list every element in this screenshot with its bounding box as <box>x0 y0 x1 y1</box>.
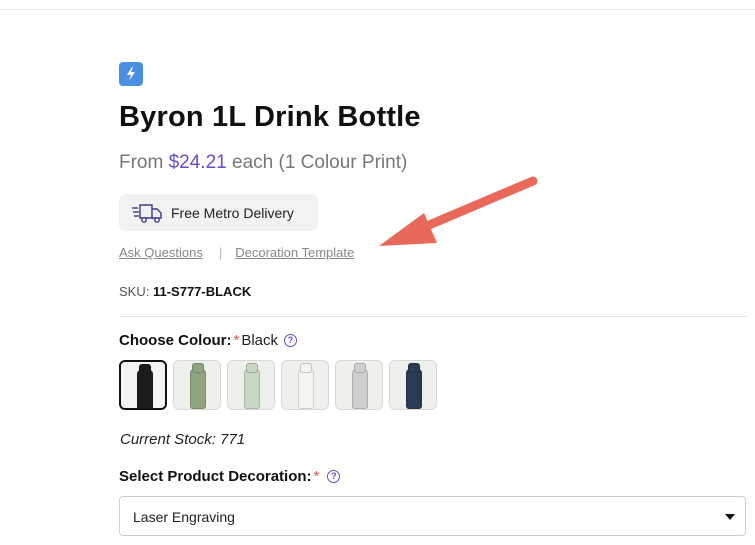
sku-label: SKU: <box>119 284 150 299</box>
price-suffix: each (1 Colour Print) <box>226 152 408 173</box>
bottle-image <box>352 369 368 409</box>
bottle-image <box>298 369 314 409</box>
selected-colour: Black <box>241 332 279 349</box>
bottle-cap <box>300 363 312 373</box>
bottle-cap <box>246 363 258 373</box>
colour-swatch-grey[interactable] <box>335 360 383 410</box>
colour-swatch-mint[interactable] <box>227 360 275 410</box>
required-mark: * <box>313 468 320 485</box>
ask-questions-link[interactable]: Ask Questions <box>119 245 203 260</box>
colour-label-text: Choose Colour: <box>119 332 232 349</box>
sku-line: SKU: 11-S777-BLACK <box>119 284 251 299</box>
price-prefix: From <box>119 152 169 173</box>
product-title: Byron 1L Drink Bottle <box>119 101 421 133</box>
colour-swatch-black[interactable] <box>119 360 167 410</box>
decoration-selected-value: Laser Engraving <box>133 509 235 525</box>
annotation-arrow-icon <box>379 176 538 246</box>
required-mark: * <box>233 332 240 349</box>
help-icon[interactable]: ? <box>284 333 298 347</box>
bottle-cap <box>139 364 151 374</box>
decoration-label-text: Select Product Decoration: <box>119 468 312 485</box>
delivery-badge: Free Metro Delivery <box>119 194 318 231</box>
delivery-truck-icon <box>131 202 163 229</box>
help-icon[interactable]: ? <box>327 469 341 483</box>
bottle-image <box>190 369 206 409</box>
bottle-image <box>244 369 260 409</box>
link-separator: | <box>218 245 223 260</box>
select-decoration-label: Select Product Decoration: *? <box>119 468 341 485</box>
price-line: From $24.21 each (1 Colour Print) <box>119 152 407 174</box>
current-stock: Current Stock: 771 <box>120 431 246 448</box>
section-divider <box>119 316 747 317</box>
colour-swatch-white[interactable] <box>281 360 329 410</box>
product-links: Ask Questions | Decoration Template <box>119 245 354 260</box>
bottle-cap <box>192 363 204 373</box>
chevron-down-icon <box>725 514 735 520</box>
sku-value: 11-S777-BLACK <box>152 284 252 299</box>
top-divider <box>0 9 755 10</box>
colour-swatch-navy[interactable] <box>389 360 437 410</box>
bottle-image <box>406 369 422 409</box>
delivery-label: Free Metro Delivery <box>171 205 294 221</box>
brand-logo-icon <box>119 62 143 86</box>
colour-swatches <box>119 360 437 410</box>
bottle-cap <box>408 363 420 373</box>
decoration-template-link[interactable]: Decoration Template <box>235 245 354 260</box>
decoration-select[interactable]: Laser Engraving <box>119 496 746 536</box>
colour-swatch-sage[interactable] <box>173 360 221 410</box>
bottle-image <box>137 370 153 408</box>
choose-colour-label: Choose Colour: * Black? <box>119 332 298 349</box>
bottle-cap <box>354 363 366 373</box>
price-value: $24.21 <box>168 152 227 173</box>
